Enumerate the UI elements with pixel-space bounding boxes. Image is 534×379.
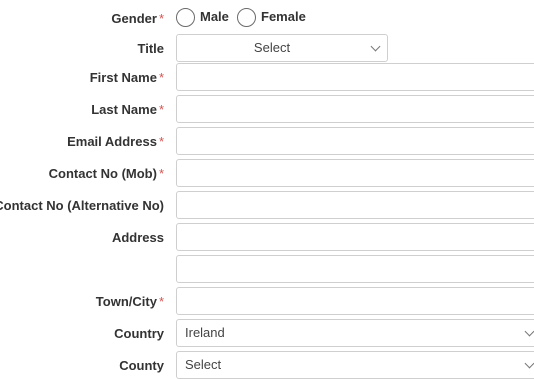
- county-label: County: [119, 358, 164, 373]
- required-marker: *: [158, 102, 164, 117]
- town-field[interactable]: [176, 287, 534, 315]
- gender-male-label[interactable]: Male: [200, 9, 229, 24]
- title-label: Title: [137, 41, 165, 56]
- gender-female-radio[interactable]: [237, 8, 256, 27]
- country-select[interactable]: Ireland: [176, 319, 534, 347]
- contact-mob-field[interactable]: [176, 159, 534, 187]
- contact-alt-row: Contact No (Alternative No): [0, 191, 534, 219]
- address-line2-field[interactable]: [176, 255, 534, 283]
- last-name-field[interactable]: [176, 95, 534, 123]
- email-row: Email Address *: [0, 127, 534, 155]
- gender-label: Gender *: [111, 11, 164, 26]
- first-name-label: First Name *: [89, 70, 164, 85]
- chevron-down-icon: [370, 41, 381, 52]
- title-row: Title Select: [0, 34, 534, 62]
- required-marker: *: [158, 166, 164, 181]
- title-select[interactable]: Select: [176, 34, 388, 62]
- country-label: Country: [114, 326, 164, 341]
- registration-form: Gender * Male Female Title Select First N…: [0, 0, 534, 379]
- country-select-value: Ireland: [185, 325, 225, 340]
- town-label: Town/City *: [95, 294, 164, 309]
- title-select-value: Select: [253, 40, 291, 55]
- contact-alt-field[interactable]: [176, 191, 534, 219]
- country-row: Country Ireland: [0, 319, 534, 347]
- gender-female-label[interactable]: Female: [261, 9, 306, 24]
- gender-male-radio[interactable]: [176, 8, 195, 27]
- last-name-label: Last Name *: [91, 102, 164, 117]
- required-marker: *: [158, 70, 164, 85]
- address-label: Address: [111, 230, 164, 245]
- gender-row: Gender * Male Female: [0, 0, 534, 36]
- email-field[interactable]: [176, 127, 534, 155]
- contact-mob-row: Contact No (Mob) *: [0, 159, 534, 187]
- address-row: Address: [0, 223, 534, 283]
- town-row: Town/City *: [0, 287, 534, 315]
- chevron-down-icon: [524, 358, 534, 369]
- contact-alt-label: Contact No (Alternative No): [0, 198, 164, 213]
- required-marker: *: [158, 134, 164, 149]
- required-marker: *: [158, 294, 164, 309]
- contact-mob-label: Contact No (Mob) *: [48, 166, 164, 181]
- first-name-field[interactable]: [176, 63, 534, 91]
- required-marker: *: [158, 11, 164, 26]
- county-select-value: Select: [185, 357, 222, 372]
- chevron-down-icon: [524, 326, 534, 337]
- first-name-row: First Name *: [0, 63, 534, 91]
- email-label: Email Address *: [67, 134, 164, 149]
- county-select[interactable]: Select: [176, 351, 534, 379]
- county-row: County Select: [0, 351, 534, 379]
- address-line1-field[interactable]: [176, 223, 534, 251]
- last-name-row: Last Name *: [0, 95, 534, 123]
